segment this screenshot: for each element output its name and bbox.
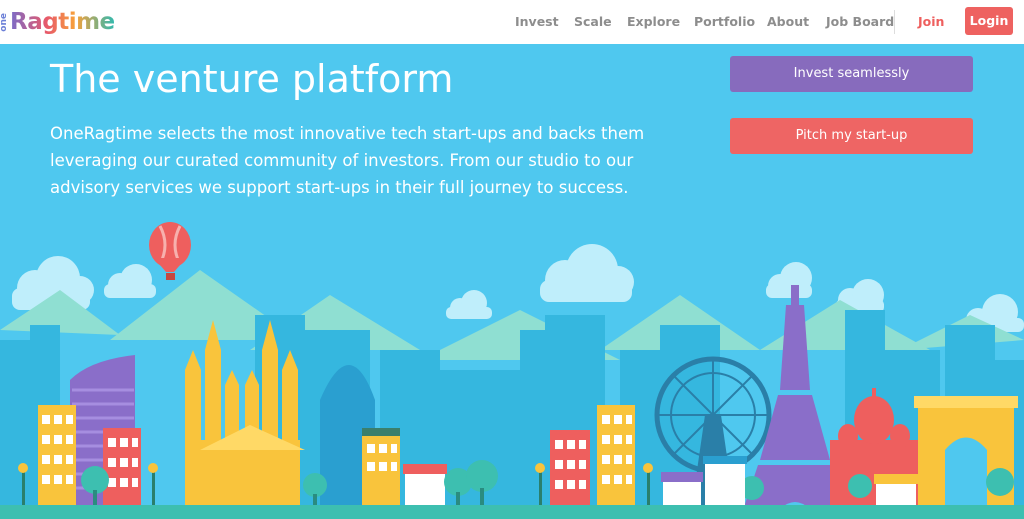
login-button[interactable]: Login [965, 7, 1013, 35]
logo-wordmark: Ragtime [10, 9, 115, 35]
join-link[interactable]: Join [918, 14, 944, 30]
yellow-apartment-right [597, 405, 635, 519]
brand-logo[interactable]: one Ragtime [0, 6, 115, 38]
arc-de-triomphe [914, 396, 1018, 519]
nav-link-invest[interactable]: Invest [515, 14, 559, 30]
nav-link-about[interactable]: About [767, 14, 809, 30]
cloud-4 [446, 290, 492, 319]
cloud-5 [766, 262, 812, 298]
nav-link-portfolio[interactable]: Portfolio [694, 14, 755, 30]
nav-divider [894, 10, 895, 34]
nav-link-job-board[interactable]: Job Board [826, 14, 894, 30]
nav-link-explore[interactable]: Explore [627, 14, 680, 30]
invest-seamlessly-button[interactable]: Invest seamlessly [730, 56, 973, 92]
cloud-2 [104, 264, 156, 298]
nav-link-scale[interactable]: Scale [574, 14, 612, 30]
hero-description: OneRagtime selects the most innovative t… [50, 124, 645, 197]
city-skyline-illustration [0, 222, 1024, 519]
logo-prefix: one [0, 12, 9, 32]
top-navbar: one Ragtime Invest Scale Explore Portfol… [0, 0, 1024, 44]
pitch-startup-button[interactable]: Pitch my start-up [730, 118, 973, 154]
ground-strip [0, 505, 1024, 519]
cloud-3 [540, 244, 634, 302]
yellow-apartment-left [38, 405, 76, 519]
hot-air-balloon-icon [149, 222, 191, 280]
hero-title: The venture platform [50, 57, 454, 101]
